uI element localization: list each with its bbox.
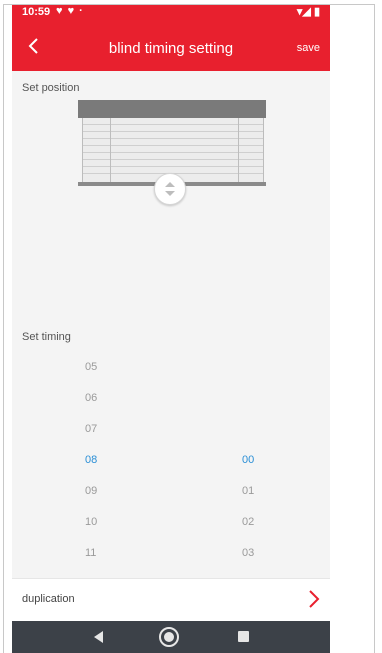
blind-cord: [238, 118, 239, 182]
hour-option-selected[interactable]: 08: [85, 454, 97, 466]
nav-back-icon[interactable]: [91, 630, 105, 644]
hour-option[interactable]: 07: [85, 423, 97, 435]
blind-cord: [110, 118, 111, 182]
save-button[interactable]: save: [297, 42, 320, 54]
hour-option[interactable]: 05: [85, 361, 97, 373]
up-down-arrows-icon: [165, 182, 175, 196]
system-nav-bar: [12, 621, 330, 653]
screen-frame-left: [0, 0, 12, 653]
app-bar: blind timing setting save: [12, 23, 330, 71]
status-bar: 10:59 ♥ ♥ · ▾◢ ▮: [12, 5, 330, 23]
blind-headrail: [78, 100, 266, 118]
hour-option[interactable]: 10: [85, 516, 97, 528]
minute-option[interactable]: 01: [242, 485, 254, 497]
blind-position-handle[interactable]: [154, 173, 186, 205]
set-position-label: Set position: [22, 82, 80, 94]
phone-screen: 10:59 ♥ ♥ · ▾◢ ▮ blind timing setting sa…: [12, 5, 330, 653]
hour-option[interactable]: 06: [85, 392, 97, 404]
duplication-row[interactable]: duplication: [12, 578, 330, 621]
frame-edge: [374, 4, 375, 653]
notification-icons: ♥ ♥ ·: [56, 5, 84, 17]
nav-home-icon[interactable]: [158, 626, 180, 648]
minute-option-selected[interactable]: 00: [242, 454, 254, 466]
duplication-label: duplication: [22, 593, 75, 605]
time-picker[interactable]: 05 06 07 08 09 10 11 00 01 02 03: [12, 355, 330, 565]
hour-option[interactable]: 09: [85, 485, 97, 497]
nav-recents-icon[interactable]: [238, 631, 249, 642]
status-time: 10:59: [22, 6, 51, 18]
signal-battery-icons: ▾◢ ▮: [296, 6, 320, 18]
page-title: blind timing setting: [108, 40, 234, 57]
chevron-right-icon: [309, 590, 320, 608]
frame-edge: [3, 4, 4, 653]
hour-option[interactable]: 11: [85, 547, 96, 559]
set-timing-label: Set timing: [22, 331, 71, 343]
minute-option[interactable]: 02: [242, 516, 254, 528]
minute-option[interactable]: 03: [242, 547, 254, 559]
